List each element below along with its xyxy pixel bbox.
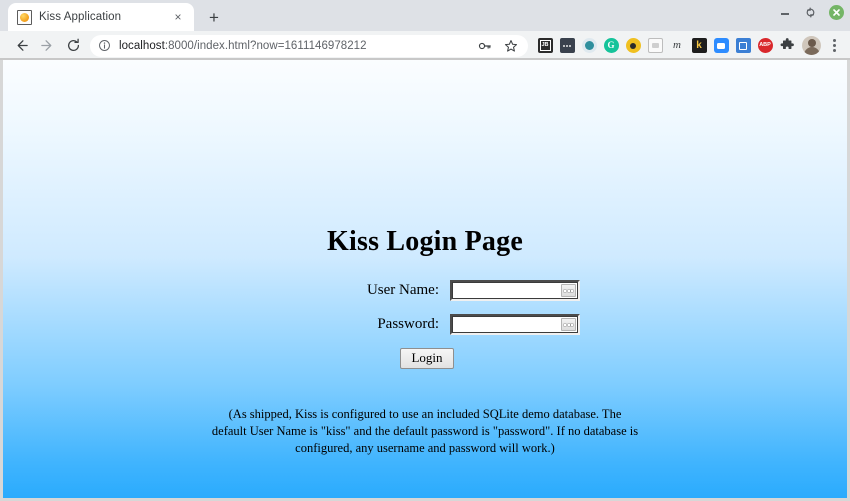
maximize-icon[interactable] xyxy=(804,6,817,19)
back-arrow-icon[interactable] xyxy=(8,33,34,59)
user-avatar[interactable] xyxy=(802,36,821,55)
kite-label: k xyxy=(691,38,707,53)
url-path: :8000/index.html?now=1611146978212 xyxy=(164,39,367,52)
gold-circle-extension[interactable] xyxy=(622,33,644,59)
password-label: Password: xyxy=(377,316,439,332)
jetbrains-toolbox-extension[interactable]: JB xyxy=(534,33,556,59)
url-text: localhost:8000/index.html?now=1611146978… xyxy=(119,40,476,52)
extensions-bar: JB G m k ABP xyxy=(534,33,798,59)
username-label: User Name: xyxy=(366,282,439,298)
window-controls xyxy=(779,5,844,20)
dots-extension[interactable] xyxy=(556,33,578,59)
momentum-extension[interactable]: m xyxy=(666,33,688,59)
username-field-wrap xyxy=(450,280,580,301)
address-bar[interactable]: localhost:8000/index.html?now=1611146978… xyxy=(90,34,528,57)
login-page: Kiss Login Page User Name: Password: Log… xyxy=(3,60,847,498)
login-button[interactable]: Login xyxy=(400,348,454,370)
page-viewport: Kiss Login Page User Name: Password: Log… xyxy=(3,60,847,498)
tab-kiss-application[interactable]: Kiss Application × xyxy=(8,3,194,31)
adblock-label: ABP xyxy=(757,38,773,53)
password-field-wrap xyxy=(450,314,580,335)
grammarly-extension[interactable]: G xyxy=(600,33,622,59)
blue-square-extension[interactable] xyxy=(732,33,754,59)
forward-arrow-icon[interactable] xyxy=(34,33,60,59)
momentum-label: m xyxy=(673,39,681,51)
reload-icon[interactable] xyxy=(60,33,86,59)
kite-extension[interactable]: k xyxy=(688,33,710,59)
close-window-icon[interactable] xyxy=(829,5,844,20)
login-form: User Name: Password: Login xyxy=(3,280,847,370)
page-title: Kiss Login Page xyxy=(327,226,523,257)
kiss-orange-circle-icon xyxy=(17,9,32,25)
close-tab-icon[interactable]: × xyxy=(170,9,186,25)
clipboard-extension[interactable] xyxy=(644,33,666,59)
submit-row: Login xyxy=(3,348,847,370)
minimize-icon[interactable] xyxy=(779,6,792,19)
key-icon[interactable] xyxy=(476,37,494,55)
jetbrains-label: JB xyxy=(539,40,551,51)
tab-strip: Kiss Application × + xyxy=(0,0,850,31)
star-icon[interactable] xyxy=(502,37,520,55)
puzzle-extensions-button[interactable] xyxy=(776,33,798,59)
browser-toolbar: localhost:8000/index.html?now=1611146978… xyxy=(0,31,850,60)
demo-credentials-note: (As shipped, Kiss is configured to use a… xyxy=(211,407,639,455)
three-dot-menu-icon[interactable] xyxy=(824,33,844,59)
info-circle-icon[interactable] xyxy=(98,39,112,53)
password-row: Password: xyxy=(3,314,847,335)
zoom-extension[interactable] xyxy=(710,33,732,59)
adblock-plus-extension[interactable]: ABP xyxy=(754,33,776,59)
omnibox-actions xyxy=(476,37,522,55)
grammarly-label: G xyxy=(603,38,619,53)
new-tab-button[interactable]: + xyxy=(200,3,228,31)
username-row: User Name: xyxy=(3,280,847,301)
teal-circle-extension[interactable] xyxy=(578,33,600,59)
url-host: localhost xyxy=(119,39,165,52)
autofill-dots-icon[interactable] xyxy=(561,318,576,331)
browser-window: Kiss Application × + localhost:8000/inde… xyxy=(0,0,850,501)
autofill-dots-icon[interactable] xyxy=(561,284,576,297)
tab-title: Kiss Application xyxy=(39,11,122,23)
